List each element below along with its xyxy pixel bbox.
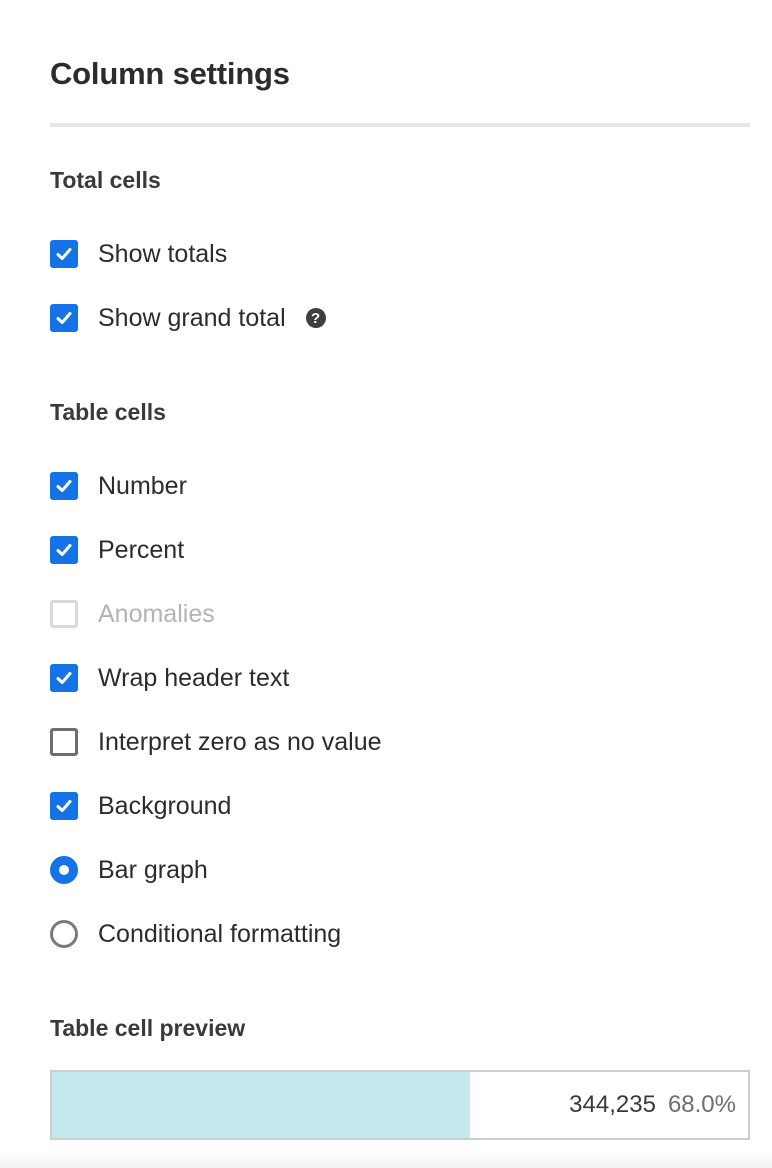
- scroll-fade: [0, 1150, 772, 1168]
- preview-percent: 68.0%: [667, 1091, 736, 1118]
- title-divider: [50, 123, 750, 127]
- show-totals-option[interactable]: Show totals: [50, 238, 227, 270]
- background-option[interactable]: Background: [50, 790, 231, 822]
- percent-label: Percent: [98, 535, 185, 564]
- preview-values: 344,235 68.0%: [569, 1072, 736, 1138]
- show-totals-checkbox[interactable]: [50, 240, 78, 268]
- bar-graph-label: Bar graph: [98, 855, 208, 884]
- preview-bar-fill: [52, 1072, 470, 1138]
- wrap-header-text-label: Wrap header text: [98, 663, 290, 692]
- show-totals-label: Show totals: [98, 239, 228, 268]
- show-grand-total-checkbox[interactable]: [50, 304, 78, 332]
- question-circle-icon[interactable]: ?: [305, 308, 326, 328]
- interpret-zero-label: Interpret zero as no value: [98, 727, 382, 756]
- number-option[interactable]: Number: [50, 470, 187, 502]
- wrap-header-text-checkbox[interactable]: [50, 664, 78, 692]
- wrap-header-text-option[interactable]: Wrap header text: [50, 662, 289, 694]
- conditional-formatting-label: Conditional formatting: [98, 919, 342, 948]
- anomalies-checkbox: [50, 600, 78, 628]
- anomalies-label: Anomalies: [98, 599, 215, 628]
- checkmark-icon: [56, 312, 72, 324]
- number-checkbox[interactable]: [50, 472, 78, 500]
- interpret-zero-option[interactable]: Interpret zero as no value: [50, 726, 382, 758]
- number-label: Number: [98, 471, 187, 500]
- bar-graph-radio[interactable]: [50, 856, 78, 884]
- checkmark-icon: [56, 800, 72, 812]
- bar-graph-option[interactable]: Bar graph: [50, 854, 208, 886]
- total-cells-heading: Total cells: [50, 167, 161, 193]
- conditional-formatting-radio[interactable]: [50, 920, 78, 948]
- percent-checkbox[interactable]: [50, 536, 78, 564]
- table-cell-preview: 344,235 68.0%: [50, 1070, 750, 1140]
- show-grand-total-option[interactable]: Show grand total ?: [50, 302, 326, 334]
- table-cell-preview-heading: Table cell preview: [50, 1015, 246, 1041]
- show-grand-total-label: Show grand total: [98, 303, 286, 332]
- preview-number: 344,235: [569, 1091, 656, 1118]
- checkmark-icon: [56, 480, 72, 492]
- checkmark-icon: [56, 544, 72, 556]
- anomalies-option: Anomalies: [50, 598, 215, 630]
- checkmark-icon: [56, 672, 72, 684]
- conditional-formatting-option[interactable]: Conditional formatting: [50, 918, 341, 950]
- background-checkbox[interactable]: [50, 792, 78, 820]
- percent-option[interactable]: Percent: [50, 534, 184, 566]
- checkmark-icon: [56, 248, 72, 260]
- panel-title: Column settings: [50, 56, 290, 91]
- interpret-zero-checkbox[interactable]: [50, 728, 78, 756]
- table-cells-heading: Table cells: [50, 399, 166, 425]
- background-label: Background: [98, 791, 232, 820]
